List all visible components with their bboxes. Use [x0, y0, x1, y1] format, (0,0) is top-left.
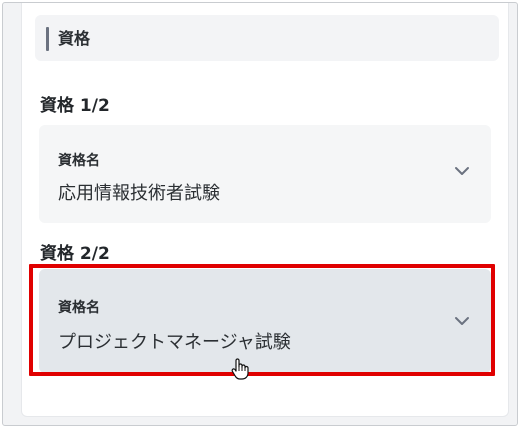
window-frame: 資格 資格 1/2 資格名 応用情報技術者試験 資格 2/2 資格名 プロジェク… [2, 2, 518, 426]
chevron-down-icon[interactable] [453, 312, 471, 330]
section-header: 資格 [35, 15, 499, 61]
section-title: 資格 [58, 29, 91, 48]
qualification-2-field-label: 資格名 [58, 300, 100, 316]
qualification-1-select[interactable]: 資格名 応用情報技術者試験 [39, 125, 491, 223]
qualification-1-value: 応用情報技術者試験 [58, 183, 220, 204]
chevron-down-icon[interactable] [453, 162, 471, 180]
qualification-1-field-label: 資格名 [58, 153, 100, 169]
hand-cursor-icon [231, 358, 249, 380]
qualification-2-select[interactable]: 資格名 プロジェクトマネージャ試験 [39, 269, 491, 373]
section-accent-bar [46, 27, 49, 51]
qualification-1-heading: 資格 1/2 [40, 96, 110, 116]
qualification-2-value: プロジェクトマネージャ試験 [58, 332, 291, 353]
qualifications-card: 資格 資格 1/2 資格名 応用情報技術者試験 資格 2/2 資格名 プロジェク… [21, 3, 509, 417]
qualification-2-heading: 資格 2/2 [40, 244, 110, 264]
